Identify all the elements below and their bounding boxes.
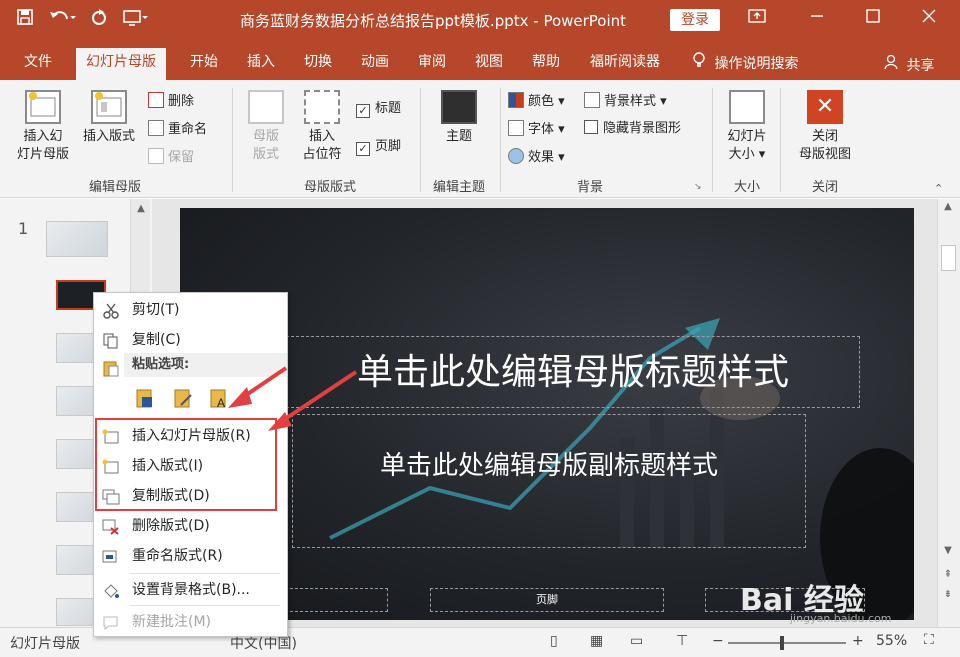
annotation-arrows — [228, 366, 358, 431]
baidu-watermark-url: jingyan.baidu.com — [790, 612, 892, 625]
